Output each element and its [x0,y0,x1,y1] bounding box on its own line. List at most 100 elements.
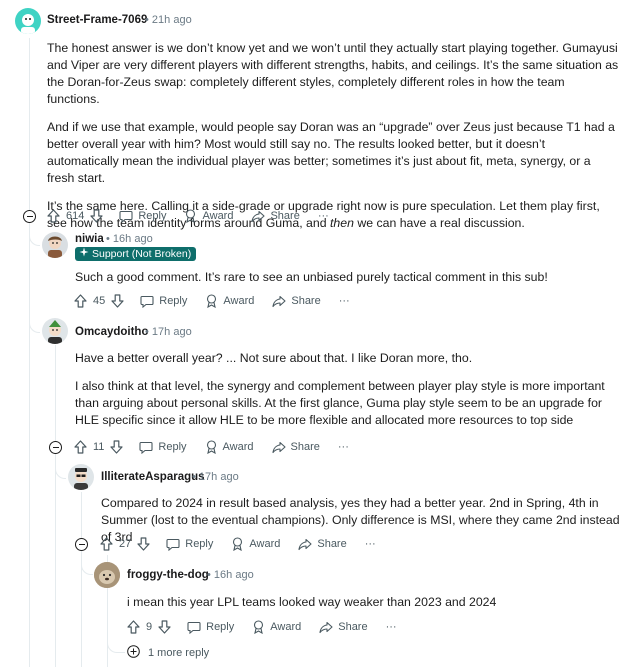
award-icon [231,537,244,551]
comment-meta: • 21h ago [145,14,192,26]
username[interactable]: froggy-the-dog [127,569,209,581]
vote-group: 9 [127,620,171,634]
more-options-button[interactable]: ··· [338,441,349,453]
award-button[interactable]: Award [184,209,233,223]
downvote-icon[interactable] [137,537,150,551]
separator: • [145,14,149,26]
award-icon [205,440,218,454]
more-options-button[interactable]: ··· [365,538,376,550]
thread-line-level3[interactable] [81,492,82,667]
award-button[interactable]: Award [231,537,280,551]
separator: • [145,326,149,338]
downvote-icon[interactable] [90,209,103,223]
upvote-icon[interactable] [100,537,113,551]
username[interactable]: IlliterateAsparagus [101,471,205,483]
separator: • [106,233,110,245]
comment-paragraph: I also think at that level, the synergy … [75,379,605,427]
award-icon [184,209,197,223]
avatar[interactable] [94,562,120,588]
flair-icon [79,247,89,261]
award-icon [205,294,218,308]
thread-connector [29,312,40,333]
vote-group: 614 [47,209,103,223]
thread-connector [81,553,93,575]
downvote-icon[interactable] [111,294,124,308]
more-icon: ··· [385,621,397,633]
share-icon [271,441,286,454]
thread-line-level1[interactable] [29,38,30,667]
share-button[interactable]: Share [272,295,321,308]
vote-count: 11 [93,441,105,453]
share-button[interactable]: Share [271,441,320,454]
collapse-toggle[interactable] [75,538,88,551]
timestamp[interactable]: 16h ago [113,233,153,245]
upvote-icon[interactable] [74,294,87,308]
award-label: Award [223,295,255,307]
share-button[interactable]: Share [319,621,368,634]
timestamp[interactable]: 17h ago [199,471,239,483]
thread-line-level2[interactable] [55,345,56,667]
timestamp[interactable]: 16h ago [214,569,254,581]
timestamp[interactable]: 21h ago [152,14,192,26]
reply-button[interactable]: Reply [119,210,166,223]
downvote-icon[interactable] [158,620,171,634]
user-flair: Support (Not Broken) [75,247,197,261]
expand-icon [127,645,140,661]
share-icon [272,295,286,308]
downvote-icon[interactable] [110,440,124,454]
share-button[interactable]: Share [251,210,300,223]
username[interactable]: niwia [75,233,104,245]
more-icon: ··· [338,295,350,307]
comment-actions: 614 Reply Award Share ··· [47,206,347,226]
reply-label: Reply [185,538,214,550]
reply-icon [139,441,153,454]
award-button[interactable]: Award [205,294,254,308]
reply-button[interactable]: Reply [139,441,187,454]
more-replies-link[interactable]: 1 more reply [127,645,209,661]
comment-body: Have a better overall year? ... Not sure… [75,350,620,440]
comment-paragraph: Have a better overall year? ... Not sure… [75,351,473,365]
thread-connector [55,460,66,479]
share-icon [298,538,312,551]
avatar[interactable] [42,232,68,258]
share-label: Share [291,295,321,307]
collapse-toggle[interactable] [49,441,62,454]
comment-meta: • 17h ago [192,471,239,483]
username[interactable]: Street-Frame-7069 [47,14,147,26]
reply-button[interactable]: Reply [187,621,234,634]
timestamp[interactable]: 17h ago [152,326,192,338]
vote-group: 27 [100,537,150,551]
avatar[interactable] [68,464,94,490]
reply-button[interactable]: Reply [140,295,187,308]
comment-meta: • 17h ago [145,326,192,338]
vote-count: 45 [93,295,106,307]
more-icon: ··· [364,538,376,550]
award-icon [252,620,265,634]
username[interactable]: Omcaydoitho [75,326,148,338]
vote-count: 614 [66,210,85,222]
reply-icon [166,538,180,551]
award-button[interactable]: Award [252,620,301,634]
upvote-icon[interactable] [74,440,87,454]
more-options-button[interactable]: ··· [339,295,350,307]
share-label: Share [338,621,368,633]
comment-actions: 9 Reply Award Share ··· [127,617,415,637]
share-button[interactable]: Share [298,538,347,551]
award-label: Award [222,441,254,453]
separator: • [192,471,196,483]
share-label: Share [270,210,300,222]
avatar[interactable] [42,318,68,344]
more-options-button[interactable]: ··· [386,621,397,633]
avatar[interactable] [15,8,41,34]
award-button[interactable]: Award [205,440,254,454]
upvote-icon[interactable] [127,620,140,634]
upvote-icon[interactable] [47,209,60,223]
reply-label: Reply [158,441,187,453]
reply-icon [187,621,201,634]
comment-meta: • 16h ago [207,569,254,581]
reply-icon [140,295,154,308]
collapse-toggle[interactable] [23,210,36,223]
more-options-button[interactable]: ··· [318,210,329,222]
reply-button[interactable]: Reply [166,538,213,551]
vote-group: 45 [74,294,124,308]
